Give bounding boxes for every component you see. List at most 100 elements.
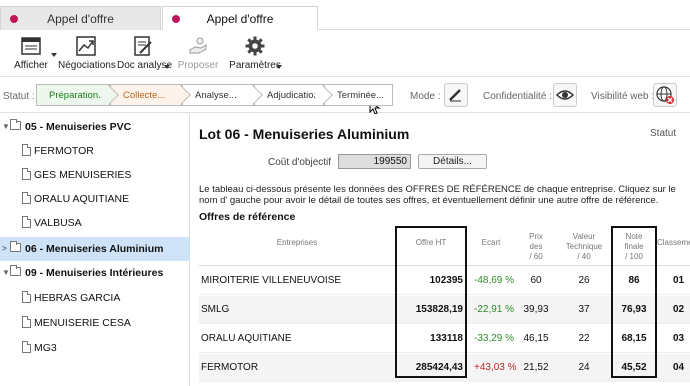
pencil-icon	[449, 89, 461, 102]
header-valeur-line2: Technique	[565, 242, 603, 251]
header-valeur[interactable]: Valeur Technique / 40	[557, 226, 611, 266]
tree-label: HEBRAS GARCIA	[34, 292, 121, 304]
confidentiality-button[interactable]	[553, 83, 577, 107]
cell-entreprise[interactable]: FERMOTOR	[201, 354, 258, 382]
step-label: Analyse...	[195, 90, 237, 101]
step-label: Collecte...	[123, 90, 166, 101]
tree-label: VALBUSA	[34, 217, 82, 229]
table-row[interactable]: MIROITERIE VILLENEUVOISE 102395 -48,69 %…	[199, 267, 690, 295]
hand-offer-icon	[189, 37, 207, 54]
cell-ecart: -22,91 %	[474, 304, 515, 315]
tree-item-mg3[interactable]: MG3	[0, 336, 190, 360]
tab-dot-icon	[10, 15, 18, 23]
cell-note: 68,15	[621, 333, 647, 344]
folder-icon	[10, 241, 21, 252]
header-prix-line2: des	[529, 242, 543, 251]
cell-note: 45,52	[621, 362, 647, 373]
step-terminee[interactable]: Terminée...	[324, 84, 393, 106]
cout-objectif-label: Coût d'objectif	[268, 157, 332, 168]
collapse-arrow-icon[interactable]: ▼	[2, 261, 10, 285]
folder-icon	[10, 265, 21, 276]
step-preparation[interactable]: Préparation...	[36, 84, 119, 106]
toolbar: Afficher Négociations Doc analyse Propos…	[0, 31, 690, 77]
tree-item-hebras-garcia[interactable]: HEBRAS GARCIA	[0, 286, 190, 310]
section-title: Offres de référence	[199, 211, 296, 223]
proposer-button[interactable]: Proposer	[176, 35, 220, 75]
chart-trend-icon	[76, 36, 96, 56]
header-ecart[interactable]: Ecart	[467, 226, 515, 266]
details-button[interactable]: Détails...	[418, 154, 487, 169]
table-row[interactable]: FERMOTOR 285424,43 +43,03 % 21,52 24 45,…	[199, 354, 690, 382]
statut-label: Statut	[650, 128, 677, 139]
cell-prix: 21,52	[523, 362, 549, 373]
tree-item-menuiserie-cesa[interactable]: MENUISERIE CESA	[0, 311, 190, 335]
cell-valeur: 22	[578, 333, 590, 344]
negociations-button[interactable]: Négociations	[58, 35, 116, 75]
tree-item-valbusa[interactable]: VALBUSA	[0, 211, 190, 235]
eye-icon	[555, 90, 575, 100]
tree-folder-05[interactable]: ▼ 05 - Menuiseries PVC	[0, 115, 190, 139]
doc-analyse-dropdown-icon[interactable]	[164, 65, 170, 69]
tree-label: 05 - Menuiseries PVC	[25, 121, 132, 133]
table-row[interactable]: ORALU AQUITIANE 133118 -33,29 % 46,15 22…	[199, 325, 690, 353]
tree-folder-06[interactable]: > 06 - Menuiseries Aluminium	[0, 237, 190, 261]
doc-analyse-label: Doc analyse	[117, 60, 173, 71]
cell-entreprise[interactable]: MIROITERIE VILLENEUVOISE	[201, 267, 341, 295]
cell-ecart: +43,03 %	[474, 362, 517, 373]
tree-label: MENUISERIE CESA	[34, 317, 131, 329]
cell-offre: 133118	[430, 333, 463, 344]
afficher-dropdown-icon[interactable]	[51, 53, 57, 57]
page-title: Lot 06 - Menuiseries Aluminium	[199, 126, 410, 142]
collapse-arrow-icon[interactable]: ▼	[2, 115, 10, 139]
parametres-label: Paramètres	[229, 60, 281, 71]
tree-label: FERMOTOR	[34, 145, 94, 157]
afficher-label: Afficher	[14, 60, 48, 71]
proposer-label: Proposer	[177, 60, 219, 71]
cell-note: 86	[628, 275, 640, 286]
table-row[interactable]: SMLG 153828,19 -22,91 % 39,93 37 76,93 0…	[199, 296, 690, 324]
cell-ecart: -48,69 %	[474, 275, 515, 286]
step-collecte[interactable]: Collecte...	[110, 84, 191, 106]
tab-appel-offre-2[interactable]: Appel d'offre	[162, 6, 318, 30]
tree-item-oralu-aquitiane[interactable]: ORALU AQUITIANE	[0, 187, 190, 211]
expand-arrow-icon[interactable]: >	[2, 237, 7, 261]
web-visibility-button[interactable]	[653, 83, 677, 107]
tree-label: MG3	[34, 342, 57, 354]
header-classement[interactable]: Classeme	[657, 226, 690, 266]
header-note-line3: / 100	[625, 252, 643, 261]
parametres-dropdown-icon[interactable]	[276, 65, 282, 69]
cell-entreprise[interactable]: ORALU AQUITIANE	[201, 325, 292, 353]
header-valeur-line3: / 40	[577, 252, 591, 261]
offers-table: Entreprises Offre HT Ecart Prix des / 60…	[199, 226, 690, 386]
parametres-button[interactable]: Paramètres	[229, 35, 281, 75]
step-analyse[interactable]: Analyse...	[182, 84, 263, 106]
tree-item-fermotor[interactable]: FERMOTOR	[0, 139, 190, 163]
cout-objectif-field[interactable]: 199550	[338, 154, 411, 169]
tree-label: GES MENUISERIES	[34, 169, 132, 181]
header-prix[interactable]: Prix des / 60	[515, 226, 557, 266]
header-offre[interactable]: Offre HT	[395, 226, 467, 266]
tab-appel-offre-1[interactable]: Appel d'offre	[0, 6, 161, 30]
description-text: Le tableau ci-dessous présente les donné…	[199, 184, 676, 206]
header-valeur-line1: Valeur	[572, 232, 596, 241]
tree-folder-09[interactable]: ▼ 09 - Menuiseries Intérieures	[0, 261, 190, 285]
step-adjudication[interactable]: Adjudication...	[254, 84, 333, 106]
header-note[interactable]: Note finale / 100	[611, 226, 657, 266]
cell-prix: 46,15	[523, 333, 549, 344]
document-icon	[22, 144, 31, 156]
step-label: Terminée...	[337, 90, 384, 101]
web-visibility-label: Visibilité web :	[591, 91, 655, 102]
cell-rank: 03	[673, 333, 685, 344]
cell-offre: 102395	[429, 275, 463, 286]
document-icon	[22, 192, 31, 204]
tab-label: Appel d'offre	[206, 12, 274, 26]
header-entreprises[interactable]: Entreprises	[199, 226, 395, 266]
mode-edit-button[interactable]	[444, 83, 468, 107]
cell-valeur: 26	[578, 275, 590, 286]
afficher-button[interactable]: Afficher	[8, 35, 54, 75]
document-edit-icon	[134, 36, 152, 56]
folder-icon	[10, 119, 21, 130]
tree-item-ges-menuiseries[interactable]: GES MENUISERIES	[0, 163, 190, 187]
cell-entreprise[interactable]: SMLG	[201, 296, 229, 324]
doc-analyse-button[interactable]: Doc analyse	[117, 35, 173, 75]
